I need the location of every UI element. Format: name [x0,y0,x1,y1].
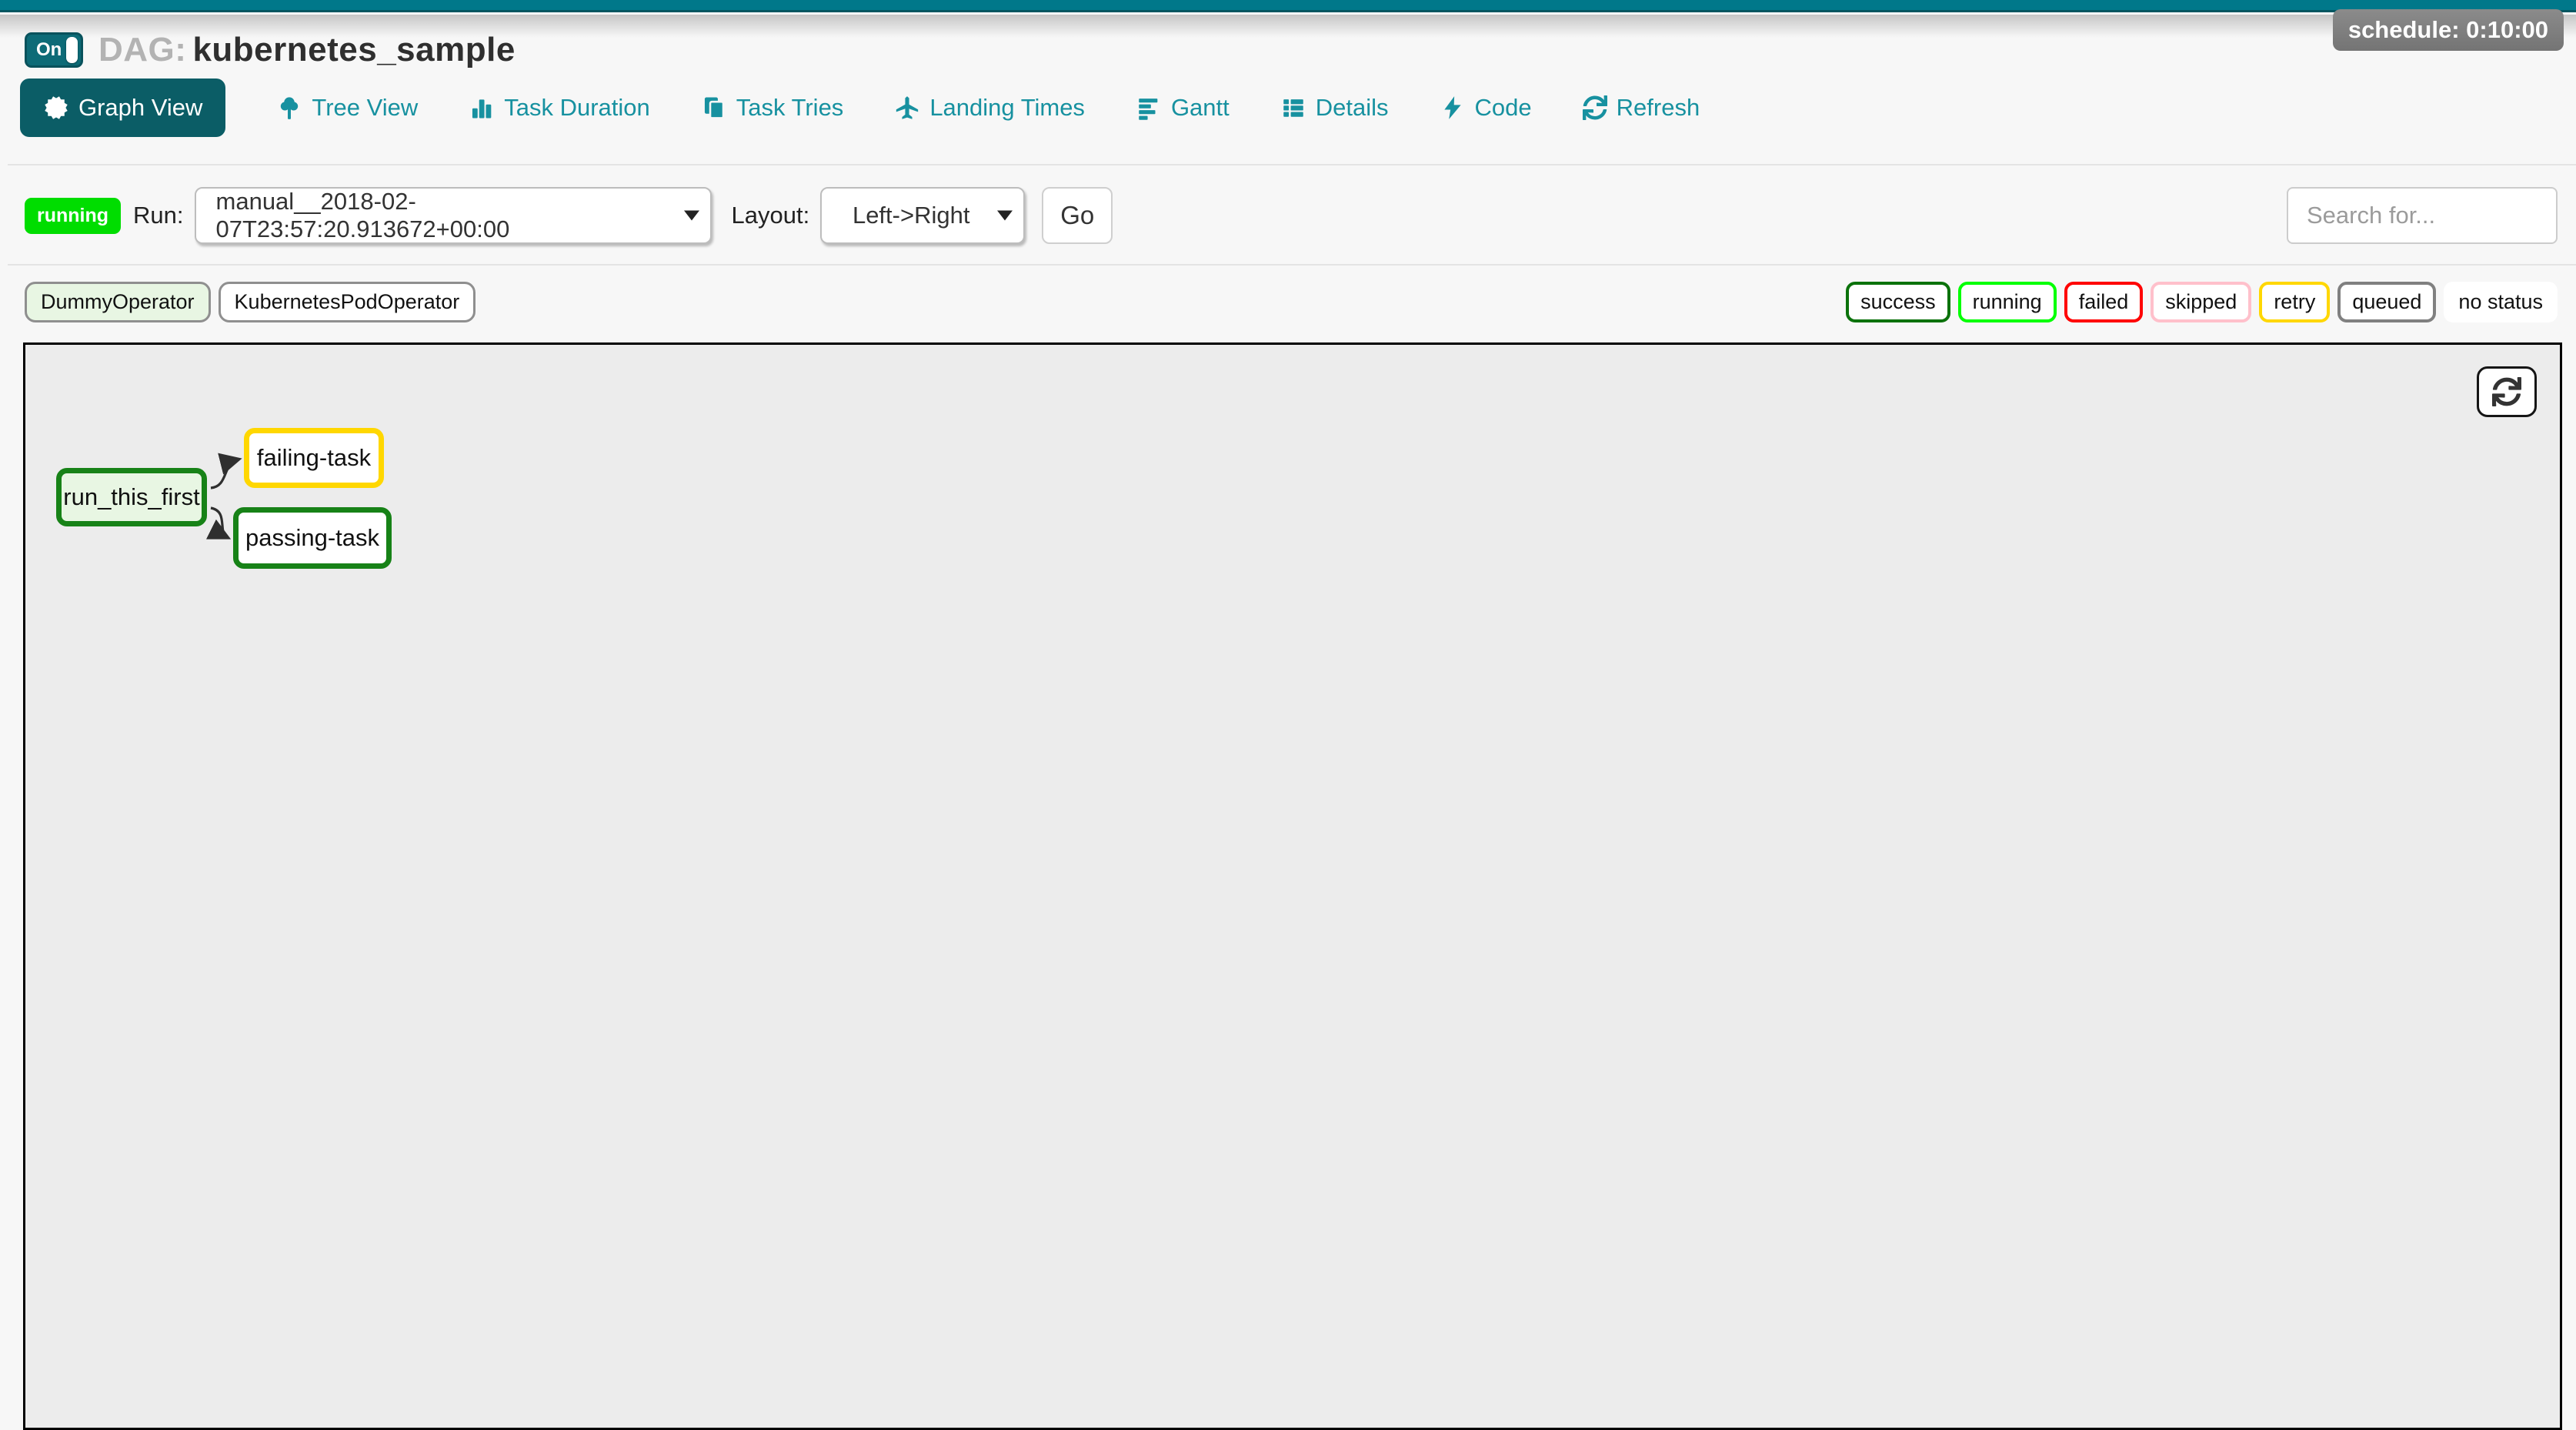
divider [8,264,2576,266]
status-chip-failed: failed [2064,282,2144,322]
run-select-value: manual__2018-02-07T23:57:20.913672+00:00 [216,188,675,243]
page-title: DAG:kubernetes_sample [98,31,516,69]
legend-row: DummyOperator KubernetesPodOperator succ… [25,282,2558,322]
run-controls: running Run: manual__2018-02-07T23:57:20… [25,187,2558,244]
operator-chip-kubernetespod: KubernetesPodOperator [219,282,476,322]
divider [8,164,2576,165]
layout-select[interactable]: Left->Right [820,187,1025,244]
toggle-on-label: On [27,39,62,61]
tab-label: Tree View [312,94,418,122]
bar-chart-icon [469,95,495,121]
tab-task-duration[interactable]: Task Duration [469,94,650,122]
run-select[interactable]: manual__2018-02-07T23:57:20.913672+00:00 [195,187,712,244]
run-label: Run: [133,202,183,229]
tab-refresh[interactable]: Refresh [1583,94,1700,122]
top-navbar [0,0,2576,12]
dag-prefix-label: DAG: [98,31,186,68]
status-chip-no-status: no status [2444,282,2558,322]
task-node-passing-task[interactable]: passing-task [233,507,392,569]
tab-label: Code [1475,94,1532,122]
tab-landing-times[interactable]: Landing Times [894,94,1085,122]
tab-label: Details [1316,94,1389,122]
chevron-down-icon [997,211,1013,221]
run-status-badge: running [25,198,121,234]
status-chip-skipped: skipped [2151,282,2251,322]
align-left-icon [1136,95,1162,121]
tab-details[interactable]: Details [1280,94,1389,122]
search-input[interactable] [2287,187,2558,244]
task-node-run-this-first[interactable]: run_this_first [56,468,207,526]
refresh-icon [1583,95,1607,120]
tab-label: Gantt [1171,94,1230,122]
tab-label: Graph View [78,94,202,122]
tab-code[interactable]: Code [1440,94,1532,122]
tab-label: Task Tries [736,94,844,122]
status-chip-queued: queued [2337,282,2436,322]
bolt-icon [1440,95,1466,121]
layout-select-value: Left->Right [853,202,970,229]
airflow-dag-page: On DAG:kubernetes_sample schedule: 0:10:… [0,0,2576,1430]
plane-icon [894,95,920,121]
status-chip-running: running [1958,282,2057,322]
status-chip-retry: retry [2259,282,2330,322]
tab-graph-view[interactable]: Graph View [20,79,225,137]
operator-legend: DummyOperator KubernetesPodOperator [25,282,475,322]
status-chip-success: success [1846,282,1950,322]
dag-header: On DAG:kubernetes_sample [25,31,516,69]
certificate-icon [43,95,69,121]
dag-graph-canvas[interactable]: run_this_first failing-task passing-task [23,342,2562,1430]
layout-label: Layout: [732,202,810,229]
list-icon [1280,95,1306,121]
tab-label: Landing Times [929,94,1085,122]
toggle-knob [66,37,78,63]
tab-task-tries[interactable]: Task Tries [701,94,844,122]
task-node-failing-task[interactable]: failing-task [244,428,384,488]
graph-refresh-button[interactable] [2477,366,2537,417]
tree-icon [276,95,302,121]
go-button[interactable]: Go [1042,187,1113,244]
dag-name: kubernetes_sample [192,31,515,68]
status-legend: success running failed skipped retry que… [1846,282,2558,322]
dag-pause-toggle[interactable]: On [25,32,83,68]
operator-chip-dummy: DummyOperator [25,282,211,322]
chevron-down-icon [684,211,699,221]
refresh-icon [2492,377,2521,406]
schedule-badge: schedule: 0:10:00 [2333,9,2564,51]
duplicate-icon [701,95,727,121]
view-tabs: Graph View Tree View Task Duration Task … [20,79,1700,137]
tab-label: Task Duration [504,94,650,122]
tab-tree-view[interactable]: Tree View [276,94,418,122]
tab-gantt[interactable]: Gantt [1136,94,1230,122]
tab-label: Refresh [1617,94,1700,122]
